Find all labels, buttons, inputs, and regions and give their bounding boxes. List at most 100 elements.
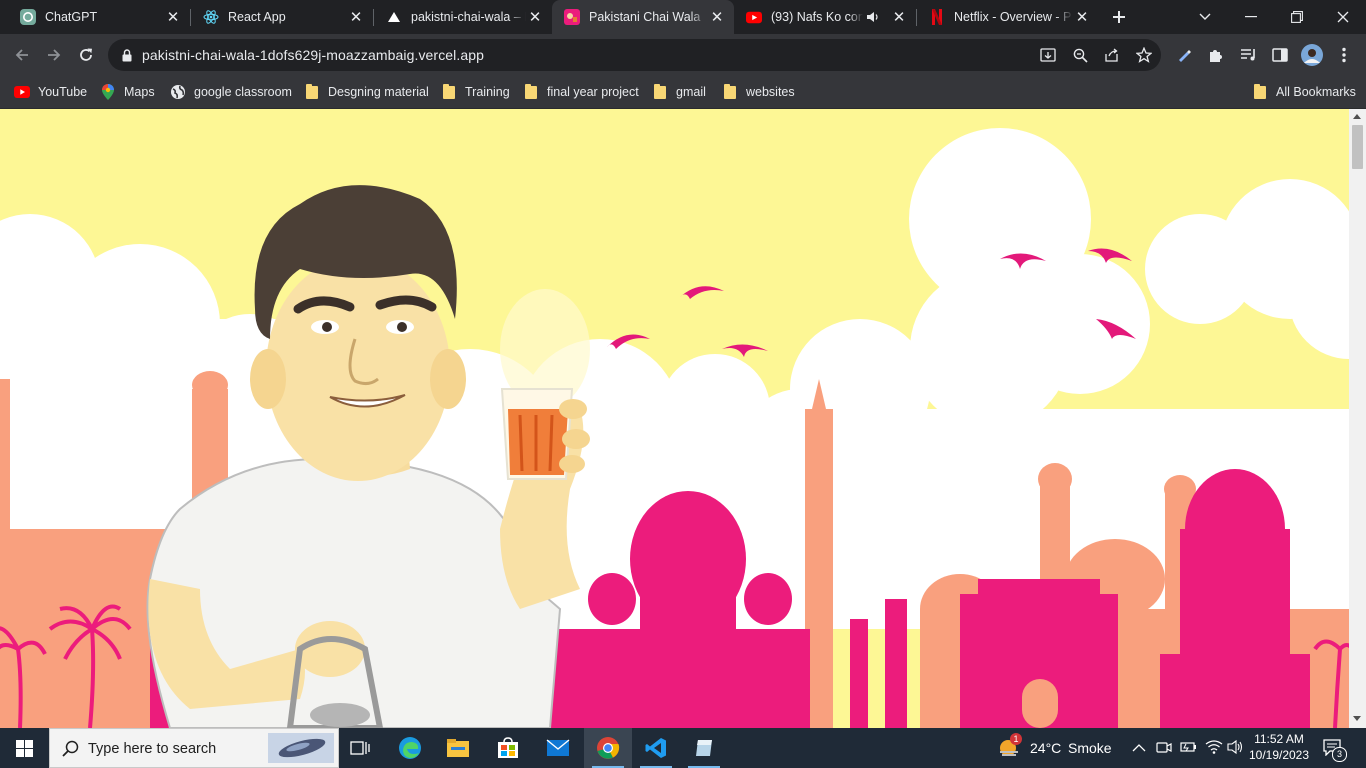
close-window-button[interactable] — [1330, 5, 1356, 29]
vercel-icon — [386, 9, 402, 25]
weather-badge: 1 — [1010, 733, 1022, 745]
minimize-button[interactable] — [1238, 5, 1264, 29]
side-panel-icon[interactable] — [1266, 41, 1294, 69]
edge-icon[interactable] — [386, 728, 434, 768]
chrome-icon[interactable] — [584, 728, 632, 768]
chevron-up-icon[interactable] — [1132, 740, 1146, 758]
folder-icon — [441, 83, 457, 100]
star-icon[interactable] — [1134, 45, 1154, 65]
folder-icon — [523, 83, 539, 100]
url-text[interactable]: pakistni-chai-wala-1dofs629j-moazzambaig… — [142, 47, 484, 63]
folder-icon — [1252, 83, 1268, 100]
taskbar-clock[interactable]: 11:52 AM 10/19/2023 — [1246, 731, 1312, 763]
bookmark-google-classroom[interactable]: google classroom — [170, 82, 292, 102]
windows-logo-icon — [15, 739, 33, 757]
new-tab-button[interactable] — [1106, 5, 1132, 29]
tab-vercel[interactable]: pakistni-chai-wala – D ✕ — [374, 0, 552, 34]
folder-icon — [304, 83, 320, 100]
bookmark-gmail[interactable]: gmail — [652, 82, 706, 102]
extensions-puzzle-icon[interactable] — [1202, 41, 1230, 69]
start-button[interactable] — [0, 728, 48, 768]
lock-icon[interactable] — [117, 45, 137, 65]
close-icon[interactable]: ✕ — [347, 8, 365, 26]
close-icon[interactable]: ✕ — [1073, 8, 1091, 26]
notifications-icon[interactable]: 3 — [1322, 738, 1347, 762]
tab-pakistani-chai-wala[interactable]: Pakistani Chai Wala ✕ — [552, 0, 734, 34]
weather-temp[interactable]: 24°C — [1030, 740, 1061, 756]
speaker-icon[interactable] — [867, 11, 882, 23]
close-icon[interactable]: ✕ — [708, 8, 726, 26]
chai-wala-icon — [564, 9, 580, 25]
folder-icon — [652, 83, 668, 100]
tab-title: Pakistani Chai Wala — [589, 10, 701, 24]
youtube-icon — [746, 9, 762, 25]
hero-illustration — [0, 109, 1349, 728]
bookmark-desgning-material[interactable]: Desgning material — [304, 82, 429, 102]
file-explorer-icon[interactable] — [434, 728, 482, 768]
weather-condition[interactable]: Smoke — [1068, 740, 1112, 756]
windows-taskbar: Type here to search 1 24°C Smoke 11:52 A… — [0, 728, 1366, 768]
tab-youtube[interactable]: (93) Nafs Ko cont ✕ — [734, 0, 916, 34]
tab-strip: ChatGPT ✕ React App ✕ pakistni-chai-wala… — [0, 0, 1366, 34]
tab-react-app[interactable]: React App ✕ — [191, 0, 373, 34]
all-bookmarks-button[interactable]: All Bookmarks — [1252, 82, 1356, 102]
tab-title: Netflix - Overview - P — [954, 10, 1072, 24]
bookmark-websites[interactable]: websites — [722, 82, 795, 102]
search-highlight-image — [268, 733, 334, 763]
netflix-icon — [929, 9, 945, 25]
tab-netflix[interactable]: Netflix - Overview - P ✕ — [917, 0, 1099, 34]
tab-chatgpt[interactable]: ChatGPT ✕ — [8, 0, 190, 34]
scroll-thumb[interactable] — [1352, 125, 1363, 169]
tab-search-button[interactable] — [1192, 5, 1218, 29]
reload-button[interactable] — [72, 41, 100, 69]
volume-icon[interactable] — [1227, 739, 1245, 760]
battery-icon[interactable] — [1180, 739, 1198, 760]
folder-icon — [722, 83, 738, 100]
bookmark-youtube[interactable]: YouTube — [14, 82, 87, 102]
react-icon — [203, 9, 219, 25]
tab-title: ChatGPT — [45, 10, 98, 24]
browser-toolbar: pakistni-chai-wala-1dofs629j-moazzambaig… — [0, 34, 1366, 76]
install-app-icon[interactable] — [1038, 45, 1058, 65]
scroll-down-arrow-icon[interactable] — [1353, 716, 1361, 721]
notification-count: 3 — [1332, 747, 1347, 762]
share-icon[interactable] — [1102, 45, 1122, 65]
task-view-button[interactable] — [336, 728, 384, 768]
pen-extension-icon[interactable] — [1170, 41, 1198, 69]
search-placeholder: Type here to search — [88, 741, 217, 757]
bookmark-maps[interactable]: Maps — [100, 82, 155, 102]
profile-avatar[interactable] — [1298, 41, 1326, 69]
bookmark-final-year-project[interactable]: final year project — [523, 82, 639, 102]
tab-title: (93) Nafs Ko cont — [771, 10, 863, 24]
page-scrollbar[interactable] — [1349, 109, 1366, 728]
search-icon — [62, 740, 79, 757]
maps-icon — [100, 84, 116, 100]
taskbar-search-box[interactable]: Type here to search — [49, 728, 339, 768]
forward-button[interactable] — [40, 41, 68, 69]
clock-time: 11:52 AM — [1254, 732, 1304, 746]
media-queue-icon[interactable] — [1234, 41, 1262, 69]
back-button[interactable] — [8, 41, 36, 69]
close-icon[interactable]: ✕ — [526, 8, 544, 26]
meet-now-icon[interactable] — [1156, 739, 1172, 760]
menu-icon[interactable] — [1330, 41, 1358, 69]
zoom-icon[interactable] — [1070, 45, 1090, 65]
weather-icon[interactable]: 1 — [996, 733, 1022, 763]
youtube-icon — [14, 84, 30, 100]
close-icon[interactable]: ✕ — [164, 8, 182, 26]
close-icon[interactable]: ✕ — [890, 8, 908, 26]
bookmark-training[interactable]: Training — [441, 82, 510, 102]
wifi-icon[interactable] — [1205, 739, 1223, 760]
store-icon[interactable] — [484, 728, 532, 768]
gate-arch — [1022, 679, 1058, 728]
scroll-up-arrow-icon[interactable] — [1353, 114, 1361, 119]
notes-app-icon[interactable] — [680, 728, 728, 768]
vscode-icon[interactable] — [632, 728, 680, 768]
mail-icon[interactable] — [534, 728, 582, 768]
clock-date: 10/19/2023 — [1248, 748, 1310, 762]
restore-button[interactable] — [1284, 5, 1310, 29]
bookmarks-bar: YouTube Maps google classroom Desgning m… — [0, 76, 1366, 109]
address-bar[interactable]: pakistni-chai-wala-1dofs629j-moazzambaig… — [108, 39, 1161, 71]
chatgpt-icon — [20, 9, 36, 25]
tab-title: React App — [228, 10, 286, 24]
